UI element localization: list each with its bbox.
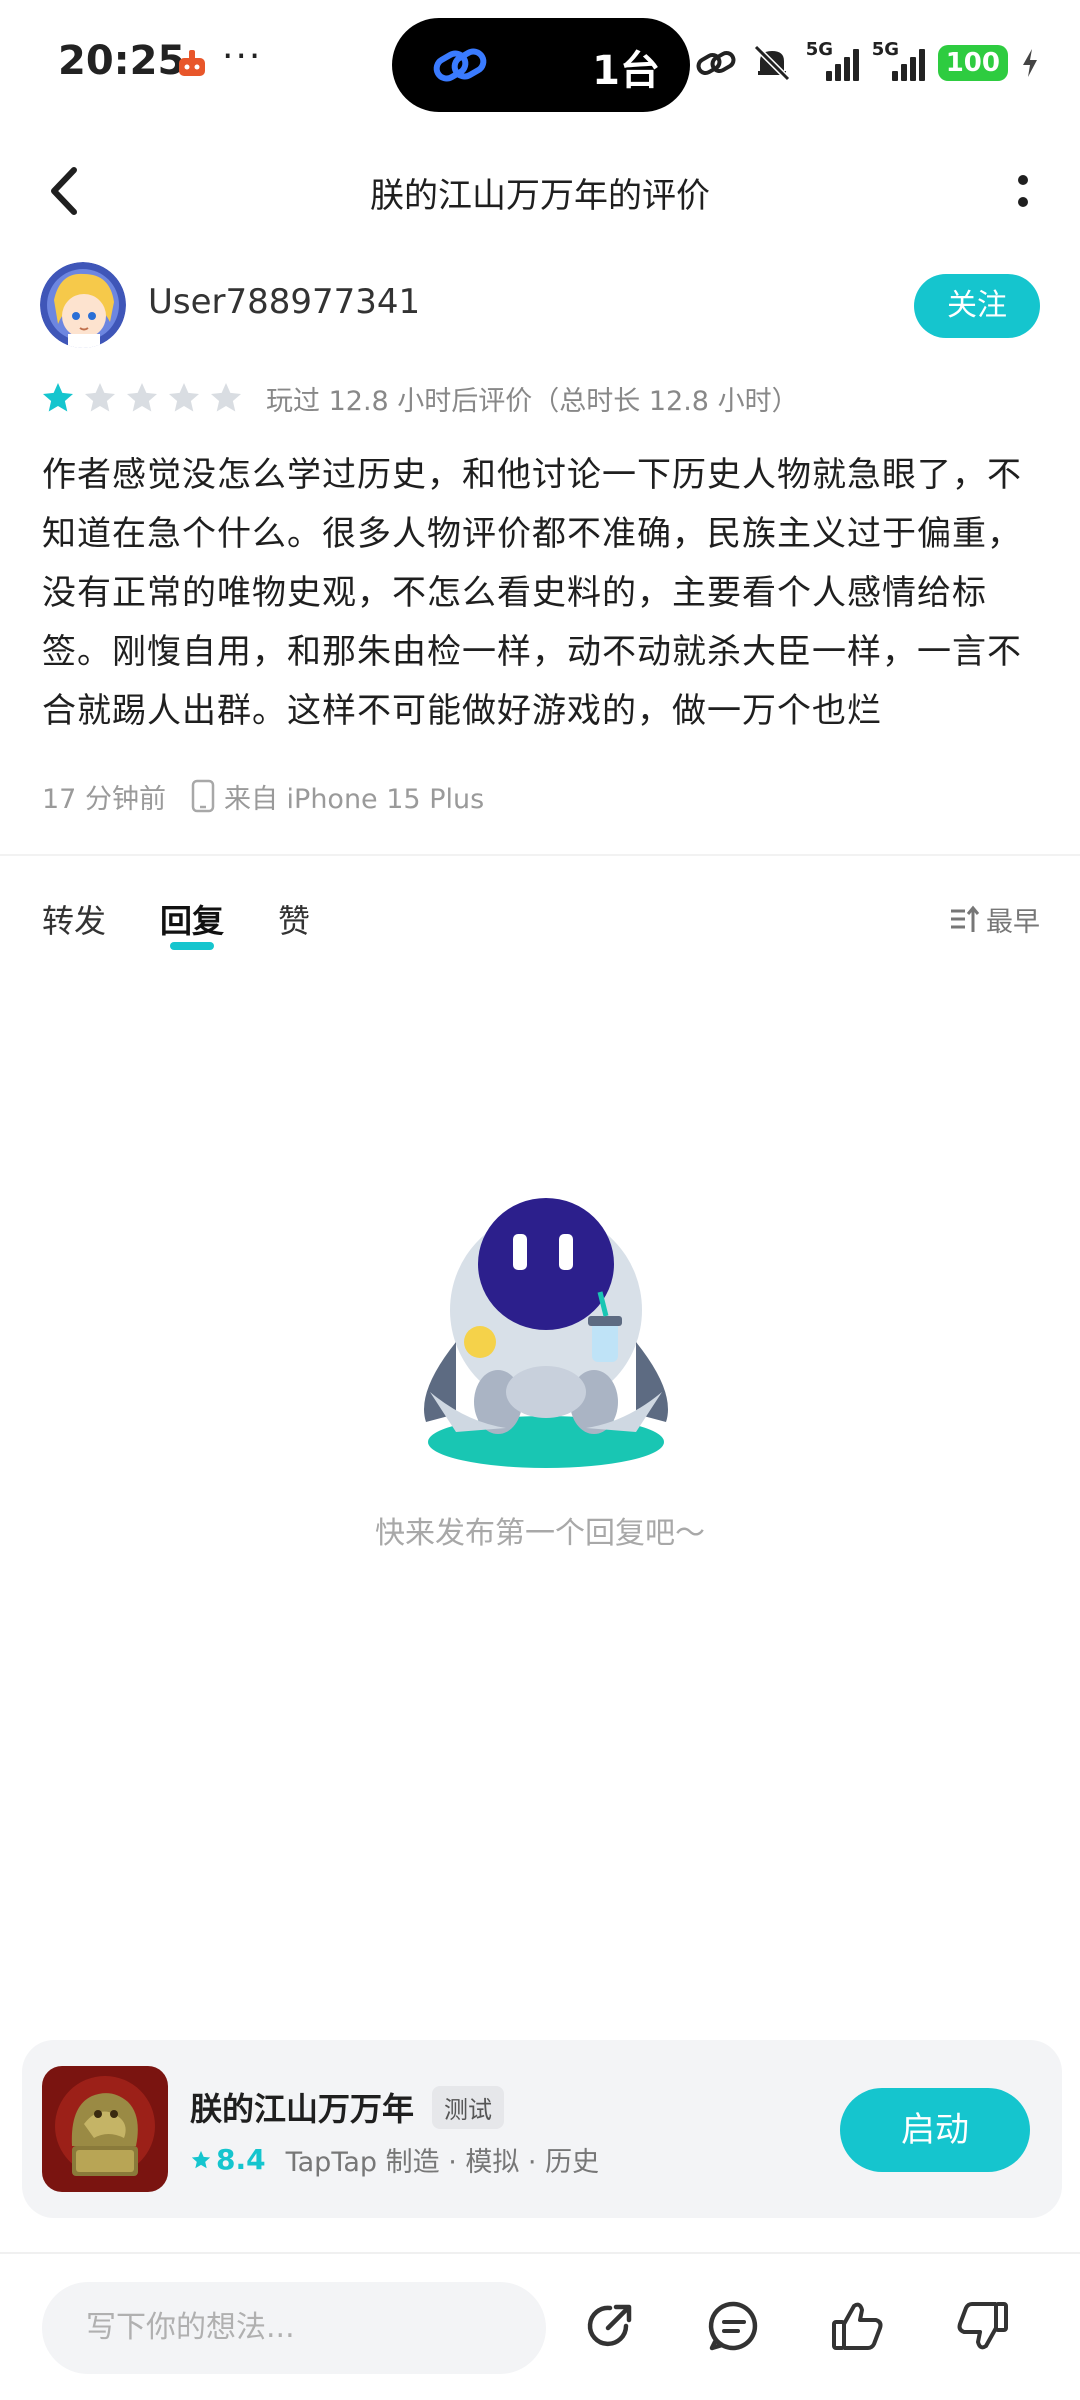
share-icon[interactable]: [580, 2296, 640, 2356]
review-text: 作者感觉没怎么学过历史，和他讨论一下历史人物就急眼了，不 知道在急个什么。很多人…: [42, 446, 1042, 741]
star-empty-icon: [85, 383, 115, 412]
comment-icon[interactable]: [704, 2296, 764, 2356]
review-line: 作者感觉没怎么学过历史，和他讨论一下历史人物就急眼了，不: [42, 455, 1022, 495]
bottom-divider: [0, 2252, 1080, 2254]
signal-5g-icon: 5G: [806, 39, 860, 83]
star-icon: [191, 2150, 211, 2168]
review-detail-page: 20:25 ··· 1台 5G 5G 100 朕的江山万万年的评价 User78…: [0, 0, 1080, 2400]
star-empty-icon: [127, 383, 157, 412]
status-more-icon: ···: [222, 36, 263, 77]
post-time: 17 分钟前: [42, 783, 166, 815]
status-icons: 5G 5G 100: [694, 39, 1040, 86]
play-duration-info: 玩过 12.8 小时后评价（总时长 12.8 小时）: [266, 385, 799, 417]
charging-icon: [1023, 49, 1037, 77]
comment-input[interactable]: 写下你的想法...: [42, 2282, 546, 2374]
game-status-badge: 测试: [432, 2086, 504, 2129]
rating-row: 玩过 12.8 小时后评价（总时长 12.8 小时）: [40, 376, 799, 420]
status-bar: 20:25 ··· 1台 5G 5G 100: [0, 0, 1080, 130]
reviewer-row: User788977341 关注: [40, 262, 1040, 350]
section-divider: [0, 854, 1080, 856]
review-meta: 17 分钟前 来自 iPhone 15 Plus: [42, 776, 484, 816]
empty-state-robot-illustration: [424, 1198, 668, 1468]
reply-tabs: 转发 回复 赞: [42, 896, 310, 956]
review-line: 合就踢人出群。这样不可能做好游戏的，做一万个也烂: [42, 691, 882, 731]
tab-replies[interactable]: 回复: [160, 896, 224, 950]
island-text: 1台: [592, 48, 660, 94]
sort-label: 最早: [986, 907, 1040, 938]
app-notification-icon: [179, 50, 205, 76]
empty-state-text: 快来发布第一个回复吧～: [375, 1516, 705, 1551]
launch-button[interactable]: 启动: [840, 2088, 1030, 2172]
mute-icon: [753, 44, 790, 82]
star-empty-icon: [169, 383, 199, 412]
review-line: 知道在急个什么。很多人物评价都不准确，民族主义过于偏重，: [42, 514, 1022, 554]
phone-icon: [191, 779, 215, 813]
game-score: 8.4: [216, 2143, 266, 2176]
avatar[interactable]: [40, 262, 126, 348]
star-empty-icon: [211, 383, 241, 412]
username[interactable]: User788977341: [148, 282, 420, 322]
game-meta: 8.4 TapTap 制造 · 模拟 · 历史: [190, 2140, 599, 2179]
star-filled-icon: [43, 383, 73, 412]
game-tags: TapTap 制造 · 模拟 · 历史: [285, 2147, 600, 2178]
signal-5g-secondary-icon: 5G: [872, 39, 926, 83]
follow-button[interactable]: 关注: [914, 274, 1040, 338]
page-title: 朕的江山万万年的评价: [370, 176, 710, 216]
sort-icon: [951, 905, 980, 932]
tab-likes[interactable]: 赞: [278, 896, 310, 944]
status-time: 20:25: [58, 38, 186, 84]
star-rating: [40, 380, 244, 416]
link-status-icon: [696, 51, 736, 75]
review-line: 没有正常的唯物史观，不怎么看史料的，主要看个人感情给标: [42, 573, 987, 613]
dynamic-island[interactable]: 1台: [392, 18, 690, 112]
game-card[interactable]: 朕的江山万万年 测试 8.4 TapTap 制造 · 模拟 · 历史 启动: [22, 2040, 1062, 2218]
battery-indicator: 100: [937, 45, 1008, 81]
link-icon: [433, 48, 487, 82]
dislike-icon[interactable]: [952, 2296, 1012, 2356]
game-name: 朕的江山万万年: [190, 2090, 415, 2128]
tab-forward[interactable]: 转发: [42, 896, 106, 944]
sort-button[interactable]: 最早: [948, 900, 1040, 939]
top-bar: 朕的江山万万年的评价: [0, 140, 1080, 240]
more-options-icon[interactable]: [1008, 168, 1038, 218]
like-icon[interactable]: [828, 2296, 888, 2356]
device-info: 来自 iPhone 15 Plus: [223, 783, 485, 815]
review-line: 签。刚愎自用，和那朱由检一样，动不动就杀大臣一样，一言不: [42, 632, 1022, 672]
game-icon: [42, 2066, 168, 2192]
